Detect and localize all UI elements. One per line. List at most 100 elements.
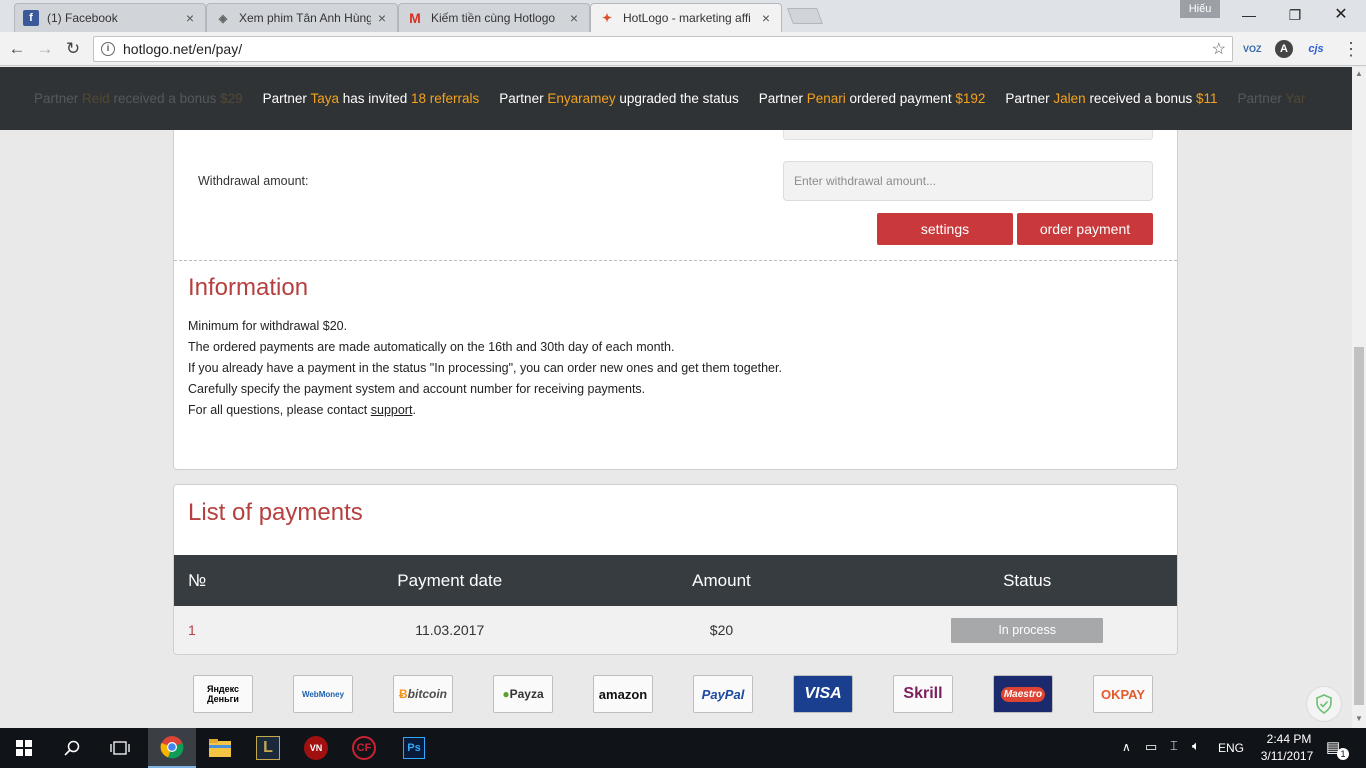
cjs-extension-icon[interactable]: cjs [1304, 40, 1328, 58]
ticker-pre: Partner [758, 91, 807, 106]
tab-movie[interactable]: ◈ Xem phim Tân Anh Hùng × [206, 3, 398, 32]
section-divider [174, 260, 1177, 261]
ticker-name: Taya [310, 91, 339, 106]
restore-icon[interactable]: ❐ [1272, 4, 1318, 26]
ticker-item: Partner Enyaramey upgraded the status [499, 91, 738, 106]
hotlogo-icon: ✦ [601, 11, 613, 25]
ticker-val: $29 [220, 91, 243, 106]
ticker-item: Partner Penari ordered payment $192 [759, 91, 986, 106]
ticker-pre: Partner [34, 91, 83, 106]
support-link[interactable]: support [371, 403, 413, 417]
windows-start-icon[interactable] [0, 728, 48, 768]
gmail-icon: M [409, 10, 421, 26]
tab-close-icon[interactable]: × [567, 10, 581, 26]
withdrawal-amount-input[interactable] [783, 161, 1153, 201]
settings-button[interactable]: settings [877, 213, 1013, 245]
info-line: If you already have a payment in the sta… [188, 361, 782, 375]
photoshop-icon[interactable]: Ps [390, 728, 438, 768]
tab-strip: f (1) Facebook × ◈ Xem phim Tân Anh Hùng… [0, 0, 1366, 32]
activity-ticker: Partner Reid received a bonus $29 Partner… [0, 67, 1352, 130]
logo-label: amazon [598, 686, 648, 702]
url-text[interactable]: hotlogo.net/en/pay/ [123, 41, 1212, 57]
facebook-icon: f [23, 10, 39, 26]
tab-close-icon[interactable]: × [183, 10, 197, 26]
new-tab-button[interactable] [787, 8, 823, 24]
task-view-icon[interactable] [96, 728, 144, 768]
okpay-logo: OKPAY [1093, 675, 1153, 713]
ticker-item: Partner Taya has invited 18 referrals [263, 91, 480, 106]
ticker-mid: received a bonus [1085, 91, 1197, 106]
browser-toolbar: ← → ↻ i hotlogo.net/en/pay/ ☆ VOZ A cjs … [0, 32, 1366, 66]
amazon-logo: amazon [593, 675, 653, 713]
page-scrollbar[interactable]: ▲ ▼ [1352, 67, 1366, 728]
logo-label: VISA [804, 685, 842, 702]
game-launcher-icon[interactable]: VN [292, 728, 340, 768]
ticker-item: Partner Reid received a bonus $29 [34, 91, 243, 106]
voz-extension-icon[interactable]: VOZ [1243, 40, 1262, 58]
scroll-up-icon[interactable]: ▲ [1352, 67, 1366, 81]
tab-close-icon[interactable]: × [375, 10, 389, 26]
scroll-down-icon[interactable]: ▼ [1352, 712, 1366, 726]
close-window-icon[interactable]: ✕ [1318, 4, 1364, 26]
ticker-pre: Partner [262, 91, 311, 106]
volume-icon[interactable]: 🔈︎ [1192, 738, 1200, 754]
payment-system-field[interactable] [783, 130, 1153, 140]
info-line: The ordered payments are made automatica… [188, 340, 675, 354]
ticker-name: Reid [82, 91, 110, 106]
col-status: Status [1003, 570, 1052, 590]
ticker-pre: Partner [499, 91, 548, 106]
order-payment-button[interactable]: order payment [1017, 213, 1153, 245]
notification-count: 1 [1337, 748, 1349, 760]
search-icon[interactable] [48, 728, 96, 768]
scroll-thumb[interactable] [1354, 347, 1364, 705]
crossfire-icon[interactable]: CF [340, 728, 388, 768]
league-game-icon[interactable]: L [244, 728, 292, 768]
ticker-pre: Partner [1237, 91, 1286, 106]
paypal-logo: PayPal [693, 675, 753, 713]
col-payment-date: Payment date [397, 570, 503, 590]
logo-label: WebMoney [301, 689, 345, 699]
ticker-val: 18 referrals [411, 91, 480, 106]
information-text: Minimum for withdrawal $20. The ordered … [188, 316, 782, 421]
info-contact-line: For all questions, please contact suppor… [188, 400, 782, 421]
site-info-icon[interactable]: i [101, 42, 115, 56]
address-bar[interactable]: i hotlogo.net/en/pay/ ☆ [93, 36, 1233, 62]
browser-menu-icon[interactable]: ⋮ [1342, 38, 1360, 60]
forward-arrow-icon[interactable]: → [34, 38, 56, 60]
row-number: 1 [188, 622, 196, 638]
yandex-money-logo: Яндекс Деньги [193, 675, 253, 713]
contact-prefix: For all questions, please contact [188, 403, 371, 417]
tab-title: Xem phim Tân Anh Hùng [239, 11, 371, 25]
bitcoin-logo: Ƀbitcoin [393, 675, 453, 713]
webmoney-logo: WebMoney [293, 675, 353, 713]
table-header: № Payment date Amount Status [174, 555, 1177, 606]
battery-icon[interactable]: ▭ [1145, 739, 1157, 755]
ticker-name: Jalen [1053, 91, 1086, 106]
logo-label: Яндекс Деньги [206, 684, 239, 704]
logo-label: PayPal [701, 686, 745, 702]
file-explorer-icon[interactable] [196, 728, 244, 768]
a-extension-icon[interactable]: A [1275, 40, 1293, 58]
reload-icon[interactable]: ↻ [62, 38, 84, 60]
ticker-track: Partner Reid received a bonus $29 Partner… [34, 91, 1325, 106]
clock-date[interactable]: 3/11/2017 [1256, 749, 1318, 763]
shield-icon[interactable] [1306, 686, 1342, 722]
language-indicator[interactable]: ENG [1218, 741, 1244, 755]
back-arrow-icon[interactable]: ← [6, 38, 28, 60]
chrome-taskbar-icon[interactable] [148, 728, 196, 768]
tab-hotlogo[interactable]: ✦ HotLogo - marketing affi × [590, 3, 782, 32]
clock-time[interactable]: 2:44 PM [1260, 732, 1318, 746]
network-icon[interactable]: ⌶ [1170, 738, 1178, 754]
minimize-icon[interactable]: — [1226, 4, 1272, 26]
profile-badge[interactable]: Hiếu [1180, 0, 1220, 18]
tab-close-icon[interactable]: × [759, 10, 773, 26]
ticker-name: Enyaramey [547, 91, 616, 106]
tab-facebook[interactable]: f (1) Facebook × [14, 3, 206, 32]
ticker-pre: Partner [1005, 91, 1054, 106]
withdraw-card: Withdrawal amount: settings order paymen… [173, 130, 1178, 470]
bookmark-star-icon[interactable]: ☆ [1212, 39, 1226, 59]
tray-chevron-icon[interactable]: ∧ [1122, 740, 1131, 754]
tab-gmail[interactable]: M Kiếm tiền cùng Hotlogo × [398, 3, 590, 32]
tab-title: Kiếm tiền cùng Hotlogo [431, 11, 556, 25]
ticker-mid: has invited [338, 91, 412, 106]
